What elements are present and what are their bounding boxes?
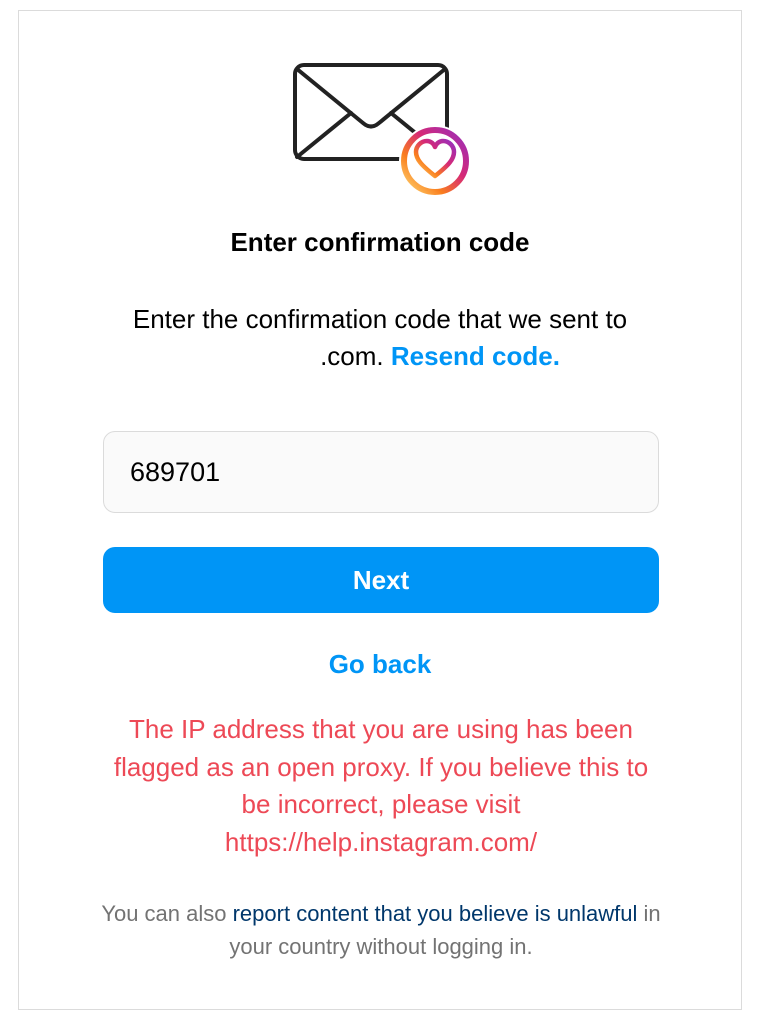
confirmation-description: Enter the confirmation code that we sent… bbox=[19, 301, 741, 375]
go-back-link[interactable]: Go back bbox=[19, 649, 741, 680]
footer-prefix: You can also bbox=[101, 901, 233, 926]
heart-badge-icon bbox=[399, 125, 471, 197]
footer-notice: You can also report content that you bel… bbox=[89, 897, 673, 963]
envelope-icon bbox=[293, 61, 483, 211]
description-text: Enter the confirmation code that we sent… bbox=[132, 304, 628, 334]
resend-code-link[interactable]: Resend code. bbox=[391, 341, 560, 371]
confirmation-card: Enter confirmation code Enter the confir… bbox=[18, 10, 742, 1010]
email-suffix: .com. bbox=[320, 341, 384, 371]
proxy-error-message: The IP address that you are using has be… bbox=[113, 714, 649, 857]
page-title: Enter confirmation code bbox=[230, 227, 530, 257]
description-line-2: .com. Resend code. bbox=[19, 338, 741, 375]
next-button[interactable]: Next bbox=[103, 547, 659, 613]
confirmation-code-input[interactable] bbox=[103, 431, 659, 513]
report-content-link[interactable]: report content that you believe is unlaw… bbox=[233, 901, 638, 926]
